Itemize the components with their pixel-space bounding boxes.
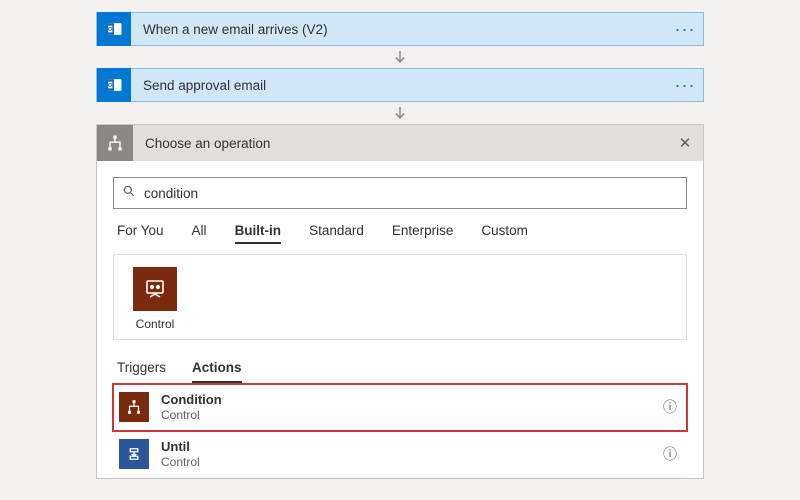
tab-for-you[interactable]: For You	[117, 223, 164, 244]
action-until[interactable]: Until Control ⓘ	[113, 431, 687, 478]
flow-step-trigger[interactable]: O When a new email arrives (V2) ···	[96, 12, 704, 46]
action-type-tabs: Triggers Actions	[113, 354, 687, 383]
step-label: Send approval email	[131, 78, 667, 93]
action-text: Condition Control	[161, 392, 651, 422]
connector-label: Control	[126, 317, 184, 331]
tab-built-in[interactable]: Built-in	[235, 223, 282, 244]
condition-icon	[119, 392, 149, 422]
tab-all[interactable]: All	[192, 223, 207, 244]
info-icon[interactable]: ⓘ	[663, 397, 681, 417]
step-menu-button[interactable]: ···	[667, 19, 703, 40]
connector-grid: Control	[113, 254, 687, 340]
subtab-actions[interactable]: Actions	[192, 360, 242, 383]
action-subtitle: Control	[161, 455, 651, 469]
action-name: Until	[161, 439, 651, 455]
tab-custom[interactable]: Custom	[481, 223, 528, 244]
panel-title: Choose an operation	[133, 136, 667, 151]
until-icon	[119, 439, 149, 469]
step-label: When a new email arrives (V2)	[131, 22, 667, 37]
connector-group-tabs: For You All Built-in Standard Enterprise…	[113, 209, 687, 254]
action-text: Until Control	[161, 439, 651, 469]
svg-text:O: O	[108, 83, 113, 89]
action-condition[interactable]: Condition Control ⓘ	[113, 384, 687, 431]
action-subtitle: Control	[161, 408, 651, 422]
branch-icon	[97, 125, 133, 161]
connector-control[interactable]: Control	[126, 267, 184, 331]
action-list: Condition Control ⓘ Until Control ⓘ	[113, 383, 687, 478]
svg-text:O: O	[108, 27, 113, 33]
search-input-wrapper[interactable]	[113, 177, 687, 209]
action-name: Condition	[161, 392, 651, 408]
step-menu-button[interactable]: ···	[667, 75, 703, 96]
panel-header: Choose an operation ✕	[97, 125, 703, 161]
search-icon	[122, 184, 136, 203]
close-button[interactable]: ✕	[667, 134, 703, 152]
choose-operation-panel: Choose an operation ✕ For You All Built-…	[96, 124, 704, 479]
flow-arrow	[96, 102, 704, 124]
tab-standard[interactable]: Standard	[309, 223, 364, 244]
subtab-triggers[interactable]: Triggers	[117, 360, 166, 383]
control-icon	[133, 267, 177, 311]
tab-enterprise[interactable]: Enterprise	[392, 223, 454, 244]
flow-arrow	[96, 46, 704, 68]
outlook-icon: O	[97, 12, 131, 46]
flow-step-action[interactable]: O Send approval email ···	[96, 68, 704, 102]
outlook-icon: O	[97, 68, 131, 102]
info-icon[interactable]: ⓘ	[663, 444, 681, 464]
search-input[interactable]	[144, 186, 678, 201]
